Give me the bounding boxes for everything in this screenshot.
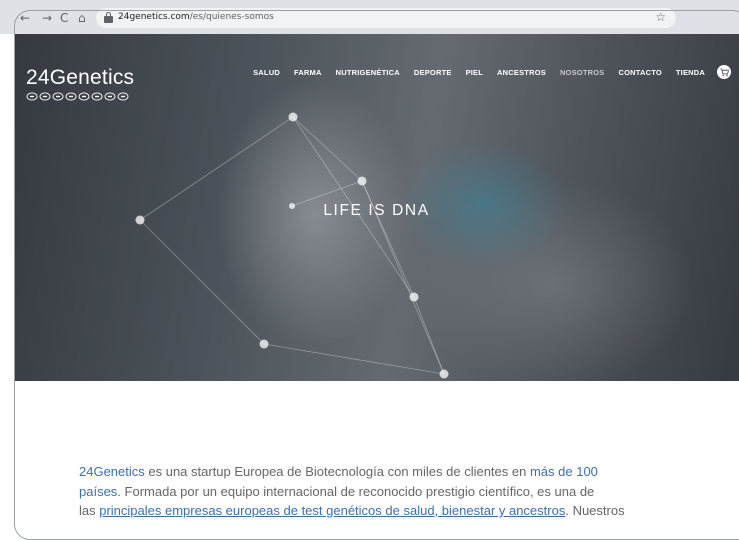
nav-nutrigenetica[interactable]: NUTRIGENÉTICA [336, 68, 400, 77]
nav-tienda[interactable]: TIENDA [676, 68, 705, 77]
hero-title: LIFE IS DNA [323, 202, 430, 219]
url-path: /es/quienes-somos [189, 12, 274, 22]
paragraph-line-1: 24Genetics es una startup Europea de Bio… [79, 462, 669, 482]
url-text: 24genetics.com/es/quienes-somos [118, 12, 274, 22]
link-mas-de-100[interactable]: más de 100 [530, 464, 598, 479]
about-paragraph: 24Genetics es una startup Europea de Bio… [79, 462, 669, 521]
address-bar[interactable]: 24genetics.com/es/quienes-somos ☆ [96, 8, 676, 28]
paragraph-text: Formada por un equipo internacional de r… [120, 483, 595, 499]
hero-banner: 24Genetics SALUD FARMA NUTRIGENÉTICA DEP… [14, 34, 739, 381]
paragraph-text: las [79, 503, 100, 518]
reload-icon[interactable]: C [60, 12, 68, 24]
logo-text: 24Genetics [26, 66, 135, 89]
lock-icon [104, 12, 113, 23]
bookmark-star-icon[interactable]: ☆ [655, 10, 666, 24]
paragraph-text: . Nuestros [565, 503, 625, 518]
nav-nosotros[interactable]: NOSOTROS [560, 68, 605, 77]
network-node [439, 369, 449, 379]
nav-deporte[interactable]: DEPORTE [414, 68, 452, 77]
link-24genetics[interactable]: 24Genetics [79, 464, 145, 479]
link-principales-empresas[interactable]: principales empresas europeas de test ge… [99, 503, 565, 518]
paragraph-line-2: países. Formada por un equipo internacio… [79, 482, 669, 502]
nav-contacto[interactable]: CONTACTO [618, 68, 661, 77]
browser-toolbar: ← → C ⌂ 24genetics.com/es/quienes-somos … [0, 0, 739, 34]
network-node [409, 292, 419, 302]
network-node [357, 176, 367, 186]
nav-ancestros[interactable]: ANCESTROS [497, 68, 546, 77]
network-node [259, 339, 269, 349]
link-paises[interactable]: países. [79, 484, 121, 499]
back-arrow-icon[interactable]: ← [20, 12, 30, 24]
paragraph-line-3: las principales empresas europeas de tes… [79, 501, 669, 521]
site-logo[interactable]: 24Genetics [26, 66, 134, 101]
main-navigation: SALUD FARMA NUTRIGENÉTICA DEPORTE PIEL A… [239, 65, 731, 79]
nav-piel[interactable]: PIEL [466, 68, 483, 77]
nav-farma[interactable]: FARMA [294, 68, 322, 77]
forward-arrow-icon[interactable]: → [42, 12, 52, 24]
dna-strand-icon [26, 92, 129, 101]
nav-salud[interactable]: SALUD [253, 68, 280, 77]
paragraph-text: es una startup Europea de Biotecnología … [144, 464, 530, 479]
home-icon[interactable]: ⌂ [78, 12, 86, 24]
network-node [288, 112, 298, 122]
url-domain: 24genetics.com [118, 12, 190, 22]
cart-icon [719, 67, 729, 76]
cart-button[interactable] [717, 65, 731, 79]
